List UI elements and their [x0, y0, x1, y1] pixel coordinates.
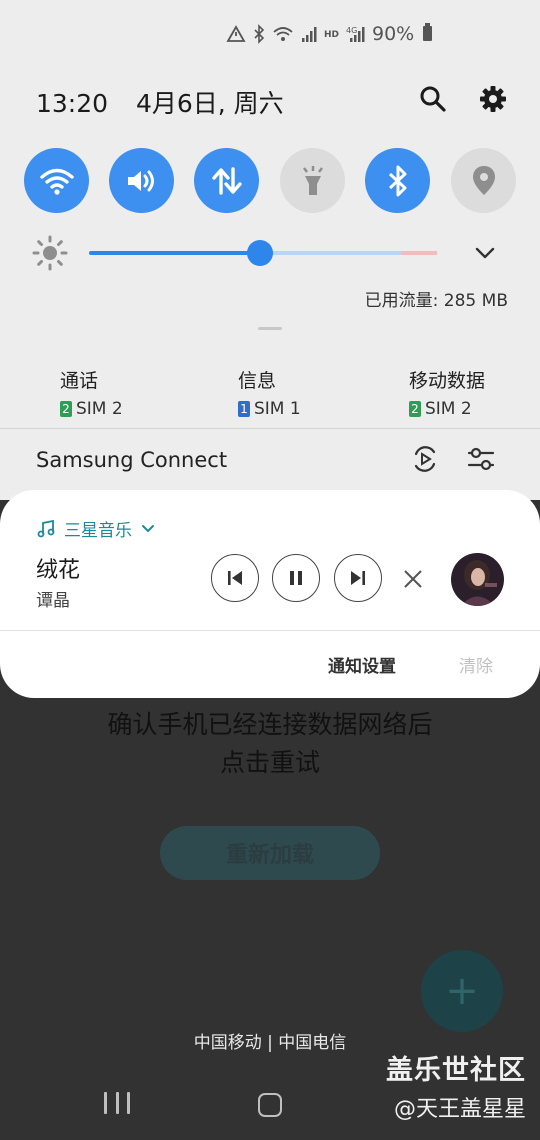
data-usage-label: 已用流量: 285 MB	[364, 291, 508, 311]
album-art[interactable]	[451, 553, 504, 606]
music-note-icon	[37, 519, 55, 537]
quick-panel: HD 4G 90% 13:20 4月6日, 周六 已用流量: 285 MB 通话…	[0, 0, 540, 500]
skip-previous-icon	[228, 571, 242, 585]
svg-text:HD: HD	[324, 30, 339, 40]
recent-apps-button[interactable]	[104, 1092, 130, 1116]
smart-view-icon[interactable]	[410, 444, 440, 474]
close-icon[interactable]	[402, 568, 424, 590]
chevron-down-icon[interactable]	[474, 242, 496, 264]
location-pin-icon	[472, 165, 495, 195]
sim-mobile-data-setting[interactable]: 移动数据 2 SIM 2	[409, 366, 485, 419]
sound-toggle[interactable]	[109, 148, 174, 213]
previous-track-button[interactable]	[211, 554, 259, 602]
hd-icon: HD	[324, 30, 339, 40]
status-bar: HD 4G	[226, 24, 366, 44]
song-artist: 谭晶	[36, 591, 70, 611]
gear-icon[interactable]	[478, 84, 508, 114]
network-alert-icon	[226, 25, 246, 42]
sim-message-setting[interactable]: 信息 1 SIM 1	[238, 366, 301, 419]
divider	[0, 428, 540, 429]
wifi-status-icon	[273, 27, 293, 41]
sim-call-setting[interactable]: 通话 2 SIM 2	[60, 366, 123, 419]
search-icon[interactable]	[418, 84, 448, 114]
brightness-fill	[89, 251, 260, 255]
date: 4月6日, 周六	[135, 89, 284, 118]
signal-e-icon	[302, 27, 317, 42]
bluetooth-toggle[interactable]	[365, 148, 430, 213]
brightness-slider[interactable]	[89, 240, 437, 266]
notification-settings-button[interactable]: 通知设置	[328, 652, 396, 677]
network-error-message: 确认手机已经连接数据网络后 点击重试	[107, 710, 433, 777]
wifi-toggle[interactable]	[24, 148, 89, 213]
brightness-track-end	[401, 251, 437, 255]
add-fab-button[interactable]: +	[421, 950, 503, 1032]
flashlight-toggle[interactable]	[280, 148, 345, 213]
watermark-handle: @天王盖星星	[393, 1097, 526, 1122]
next-track-button[interactable]	[334, 554, 382, 602]
chevron-down-icon[interactable]	[140, 521, 156, 537]
data-transfer-icon	[211, 166, 242, 195]
brightness-sun-icon	[32, 235, 68, 271]
sim-badge: 2	[60, 401, 72, 417]
song-title: 绒花	[36, 558, 81, 583]
media-app-name: 三星音乐	[64, 521, 132, 541]
battery-text: 90%	[372, 23, 415, 45]
flashlight-icon	[302, 165, 323, 195]
volume-icon	[127, 170, 154, 191]
panel-drag-handle[interactable]	[258, 327, 282, 330]
battery-icon	[423, 23, 432, 41]
media-app-header[interactable]: 三星音乐	[36, 516, 156, 541]
sim-badge: 2	[409, 401, 421, 417]
location-toggle[interactable]	[451, 148, 516, 213]
clock: 13:20	[36, 89, 109, 118]
bluetooth-icon	[388, 165, 406, 196]
pause-button[interactable]	[272, 554, 320, 602]
home-button[interactable]	[258, 1093, 282, 1117]
bluetooth-status-icon	[254, 24, 265, 44]
brightness-thumb[interactable]	[247, 240, 273, 266]
wifi-icon	[39, 168, 74, 195]
reload-button[interactable]: 重新加载	[160, 826, 380, 880]
skip-next-icon	[351, 571, 365, 585]
clock-date[interactable]: 13:20 4月6日, 周六	[36, 84, 284, 120]
samsung-connect-label[interactable]: Samsung Connect	[36, 448, 227, 472]
mobile-data-toggle[interactable]	[194, 148, 259, 213]
svg-text:4G: 4G	[346, 26, 357, 35]
pause-icon	[290, 571, 302, 585]
clear-button[interactable]: 清除	[459, 652, 493, 677]
watermark-title: 盖乐世社区	[386, 1055, 526, 1086]
signal-4g-icon: 4G	[346, 26, 365, 42]
card-divider	[0, 630, 540, 631]
sim-badge: 1	[238, 401, 250, 417]
brightness-track	[260, 251, 401, 255]
sliders-icon[interactable]	[466, 444, 496, 474]
